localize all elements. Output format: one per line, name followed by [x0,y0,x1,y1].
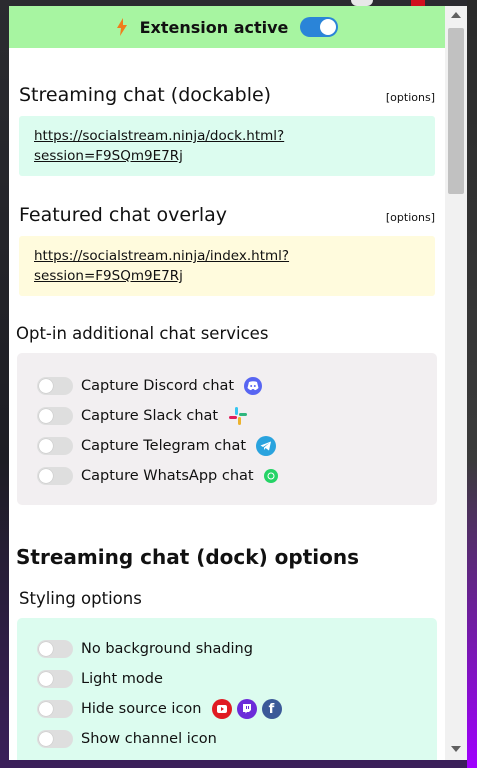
youtube-icon [211,699,232,719]
styling-row-no-background[interactable]: No background shading [37,634,417,664]
status-label: Extension active [139,17,289,37]
styling-row-partial[interactable] [37,754,417,760]
dock-url-link[interactable]: https://socialstream.ninja/dock.html?ses… [34,128,284,164]
telegram-icon [256,436,277,456]
twitch-icon [236,699,257,719]
no-background-toggle[interactable] [37,640,73,658]
overlay-url-link[interactable]: https://socialstream.ninja/index.html? se… [34,248,289,284]
window-edge [467,0,477,768]
discord-label: Capture Discord chat [81,378,235,394]
scrollbar-thumb[interactable] [448,28,464,194]
overlay-url-line1: https://socialstream.ninja/index.html? [34,248,290,264]
slack-toggle[interactable] [37,407,73,425]
telegram-toggle[interactable] [37,437,73,455]
optin-telegram-row[interactable]: Capture Telegram chat [37,431,417,461]
whatsapp-label: Capture WhatsApp chat [81,468,254,484]
overlay-url-box: https://socialstream.ninja/index.html? se… [19,236,435,296]
scroll-down-arrow-icon[interactable] [451,746,461,752]
lightning-icon [116,18,127,36]
optin-whatsapp-row[interactable]: Capture WhatsApp chat [37,461,417,491]
dock-options-title: Streaming chat (dock) options [16,545,360,569]
hide-source-label: Hide source icon [81,701,202,717]
facebook-icon: f [261,699,282,719]
streaming-chat-options-link[interactable]: [options] [386,91,435,104]
whatsapp-icon [263,469,278,483]
extension-popup: Extension active Streaming chat (dockabl… [9,6,467,760]
no-background-label: No background shading [81,641,253,657]
popup-content: Extension active Streaming chat (dockabl… [9,6,445,760]
featured-chat-options-link[interactable]: [options] [386,211,435,224]
styling-row-channel-icon[interactable]: Show channel icon [37,724,417,754]
styling-options-list: No background shading Light mode Hide so… [17,618,437,760]
overlay-url-line2: session=F9SQm9E7Rj [34,268,183,284]
slack-label: Capture Slack chat [81,408,219,424]
featured-chat-title: Featured chat overlay [19,204,228,226]
discord-icon [244,377,263,395]
styling-row-light-mode[interactable]: Light mode [37,664,417,694]
hide-source-toggle[interactable] [37,700,73,718]
scroll-up-arrow-icon[interactable] [451,12,461,18]
optin-title: Opt-in additional chat services [16,324,269,343]
streaming-chat-title: Streaming chat (dockable) [19,84,272,106]
slack-icon [229,407,248,425]
extension-toggle[interactable] [300,17,339,37]
status-bar: Extension active [9,6,445,48]
telegram-label: Capture Telegram chat [81,438,247,454]
channel-icon-toggle[interactable] [37,730,73,748]
optin-discord-row[interactable]: Capture Discord chat [37,371,417,401]
channel-icon-label: Show channel icon [81,731,217,747]
dock-url-box: https://socialstream.ninja/dock.html?ses… [19,116,435,176]
styling-options-title: Styling options [19,589,142,608]
whatsapp-toggle[interactable] [37,467,73,485]
light-mode-label: Light mode [81,671,163,687]
optin-list: Capture Discord chat Capture Slack chat … [17,353,437,505]
scrollbar[interactable] [445,6,467,760]
light-mode-toggle[interactable] [37,670,73,688]
discord-toggle[interactable] [37,377,73,395]
styling-row-hide-source[interactable]: Hide source icon f [37,694,417,724]
optin-slack-row[interactable]: Capture Slack chat [37,401,417,431]
